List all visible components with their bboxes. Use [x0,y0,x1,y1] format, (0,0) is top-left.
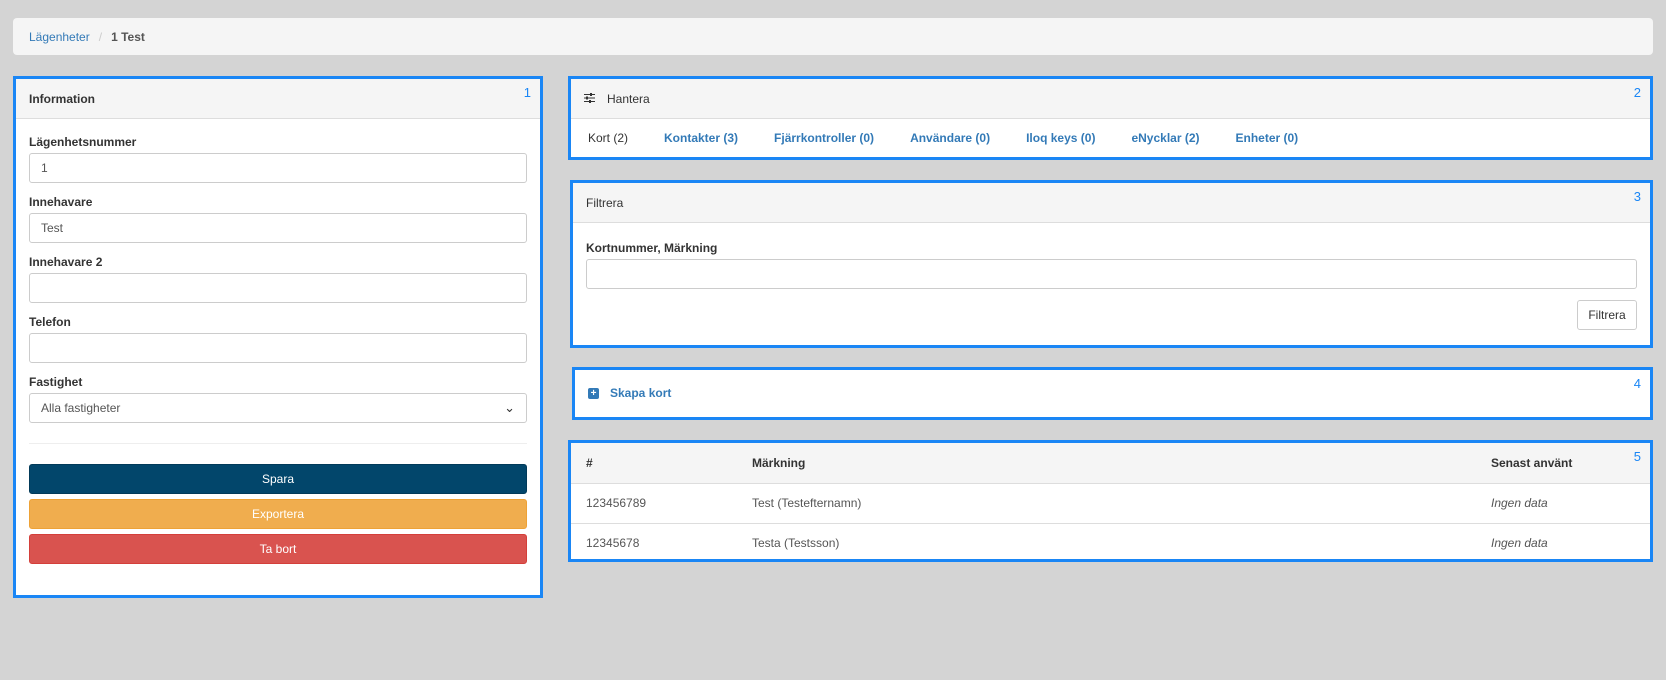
table-row[interactable]: 123456789 Test (Testefternamn) Ingen dat… [571,483,1650,524]
breadcrumb-separator: / [98,29,103,44]
information-panel: 1 Information Lägenhetsnummer 1 Innehava… [13,76,543,598]
filter-button[interactable]: Filtrera [1577,300,1637,330]
tab-remotes[interactable]: Fjärrkontroller (0) [756,131,892,145]
column-header-number[interactable]: # [571,443,751,484]
divider [29,443,527,444]
field-label: Lägenhetsnummer [29,135,137,149]
create-card-label: Skapa kort [610,386,672,400]
table-header-row: # Märkning Senast använt [571,443,1650,484]
field-label: Telefon [29,315,71,329]
manage-panel: 2 Hantera Kort (2) Kontakter (3) Fjärrko… [568,76,1653,160]
tab-cards[interactable]: Kort (2) [577,131,646,145]
holder-2-input[interactable] [29,273,527,303]
column-header-label[interactable]: Märkning [751,443,1490,484]
sliders-icon [584,92,595,106]
cell-card-number: 123456789 [571,483,751,524]
create-card-panel: 4 + Skapa kort [572,367,1653,420]
cell-last-used: Ingen data [1491,536,1548,551]
field-label: Kortnummer, Märkning [586,241,718,255]
property-selected-value: Alla fastigheter [41,401,121,415]
panel-number: 2 [1633,85,1641,100]
property-group: Fastighet Alla fastigheter ⌄ [29,375,527,423]
holder-2-group: Innehavare 2 [29,255,527,303]
table-row[interactable]: 12345678 Testa (Testsson) Ingen data [571,523,1650,563]
phone-input[interactable] [29,333,527,363]
panel-number: 1 [523,85,531,100]
cell-last-used: Ingen data [1490,483,1650,524]
cell-label: Testa (Testsson) [752,536,840,551]
field-label: Innehavare [29,195,93,209]
breadcrumb-link-apartments[interactable]: Lägenheter [29,30,90,44]
tab-ekeys[interactable]: eNycklar (2) [1113,131,1217,145]
panel-number: 4 [1633,376,1641,391]
panel-number: 5 [1633,449,1641,464]
column-header-last-used[interactable]: Senast använt [1490,443,1650,484]
panel-heading: Hantera [571,79,1650,119]
export-button[interactable]: Exportera [29,499,527,529]
cell-label: Test (Testefternamn) [751,483,1490,524]
filter-group: Kortnummer, Märkning [586,241,1637,289]
cell-card-number: 12345678 [586,536,640,551]
filter-panel: 3 Filtrera Kortnummer, Märkning Filtrera [570,180,1653,348]
tab-iloq-keys[interactable]: Iloq keys (0) [1008,131,1113,145]
phone-group: Telefon [29,315,527,363]
field-label: Fastighet [29,375,83,389]
delete-button[interactable]: Ta bort [29,534,527,564]
field-label: Innehavare 2 [29,255,103,269]
property-select[interactable]: Alla fastigheter ⌄ [29,393,527,423]
holder-group: Innehavare Test [29,195,527,243]
save-button[interactable]: Spara [29,464,527,494]
breadcrumb: Lägenheter / 1 Test [13,18,1653,55]
tab-users[interactable]: Användare (0) [892,131,1008,145]
apartment-number-input[interactable]: 1 [29,153,527,183]
cards-table: # Märkning Senast använt 123456789 Test … [571,443,1650,563]
panel-title: Filtrera [573,183,1650,223]
filter-input[interactable] [586,259,1637,289]
chevron-down-icon: ⌄ [504,400,515,415]
breadcrumb-current: 1 Test [111,29,145,44]
create-card-link[interactable]: + Skapa kort [588,386,671,400]
cards-table-panel: 5 # Märkning Senast använt 123456789 Tes… [568,440,1653,562]
holder-input[interactable]: Test [29,213,527,243]
tab-bar: Kort (2) Kontakter (3) Fjärrkontroller (… [571,119,1650,157]
apartment-number-group: Lägenhetsnummer 1 [29,135,527,183]
plus-square-icon: + [588,387,599,399]
panel-title: Hantera [607,91,650,106]
panel-title: Information [16,79,540,119]
panel-number: 3 [1633,189,1641,204]
tab-devices[interactable]: Enheter (0) [1218,131,1317,145]
tab-contacts[interactable]: Kontakter (3) [646,131,756,145]
